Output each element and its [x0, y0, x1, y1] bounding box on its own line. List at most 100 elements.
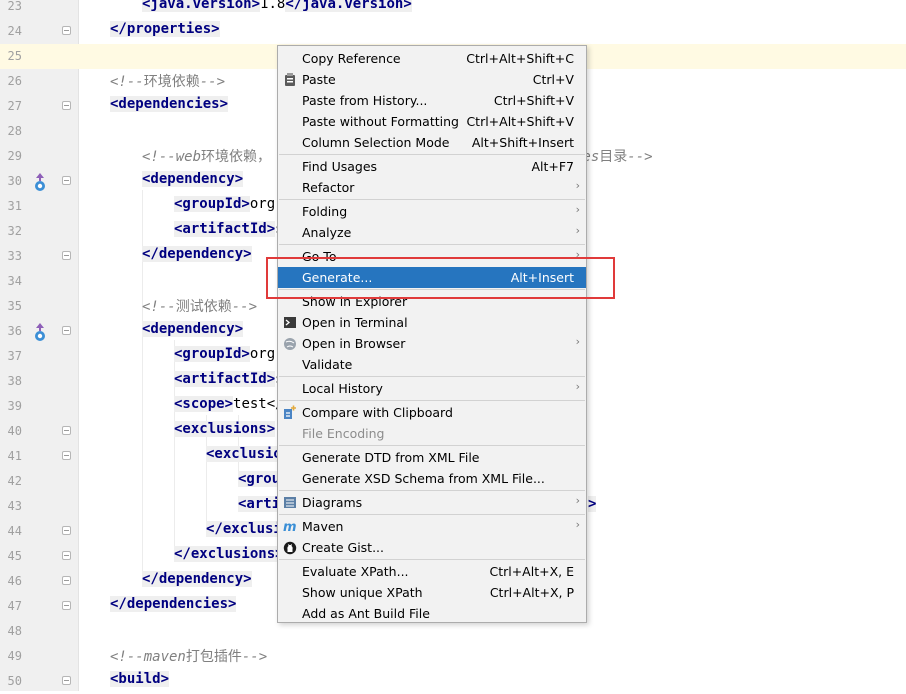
menu-item-open-in-terminal[interactable]: Open in Terminal — [278, 312, 586, 333]
fold-toggle-icon[interactable] — [62, 576, 71, 585]
menu-item-paste[interactable]: Paste Ctrl+V — [278, 69, 586, 90]
fold-toggle-icon[interactable] — [62, 426, 71, 435]
xml-comment: <!-- — [142, 299, 176, 315]
menu-item-label: Validate — [302, 357, 353, 372]
menu-item-open-in-browser[interactable]: Open in Browser › — [278, 333, 586, 354]
line-number: 39 — [7, 399, 22, 413]
line-number: 45 — [7, 549, 22, 563]
line-number: 47 — [7, 599, 22, 613]
menu-item-label: File Encoding — [302, 426, 385, 441]
code-text: <!--web环境依赖， — [142, 146, 271, 166]
menu-item-show-unique-xpath[interactable]: Show unique XPath Ctrl+Alt+X, P — [278, 582, 586, 603]
xml-tag: <build> — [110, 671, 170, 687]
menu-item-evaluate-xpath[interactable]: Evaluate XPath... Ctrl+Alt+X, E — [278, 561, 586, 582]
code-text: <dependency> — [142, 321, 244, 337]
menu-item-maven[interactable]: m Maven › — [278, 516, 586, 537]
xml-tag: <dependency> — [142, 321, 244, 337]
fold-toggle-icon[interactable] — [62, 551, 71, 560]
xml-tag: <groupId> — [174, 346, 250, 362]
context-menu: Copy Reference Ctrl+Alt+Shift+C Paste Ctrl+… — [277, 45, 587, 623]
code-text: <java.version>1.8</java.version> — [142, 0, 412, 12]
menu-separator — [279, 514, 585, 515]
terminal-icon — [284, 317, 296, 328]
fold-toggle-icon[interactable] — [62, 526, 71, 535]
line-number: 25 — [7, 49, 22, 63]
menu-item-label: Local History — [302, 381, 383, 396]
menu-separator — [279, 400, 585, 401]
menu-item-shortcut: Ctrl+Alt+Shift+C — [466, 51, 574, 66]
menu-item-column-selection-mode[interactable]: Column Selection Mode Alt+Shift+Insert — [278, 132, 586, 153]
line-number: 30 — [7, 174, 22, 188]
fold-toggle-icon[interactable] — [62, 601, 71, 610]
menu-item-paste-from-history[interactable]: Paste from History... Ctrl+Shift+V — [278, 90, 586, 111]
xml-tag: <exclusio — [206, 446, 282, 462]
line-number: 40 — [7, 424, 22, 438]
code-line[interactable]: 24 </properties> — [0, 19, 906, 44]
menu-item-generate-dtd-from-xml-file[interactable]: Generate DTD from XML File — [278, 447, 586, 468]
globe-icon — [284, 338, 296, 350]
xml-tag: </exclusions> — [174, 546, 284, 562]
fold-toggle-icon[interactable] — [62, 101, 71, 110]
menu-item-label: Open in Terminal — [302, 315, 408, 330]
xml-tag: </properties> — [110, 21, 220, 37]
submenu-arrow-icon: › — [575, 518, 580, 531]
code-line[interactable]: 49 <!--maven打包插件--> — [0, 644, 906, 669]
code-text: <dependency> — [142, 171, 244, 187]
menu-item-label: Find Usages — [302, 159, 378, 174]
maven-dependency-gutter-icon[interactable] — [31, 322, 49, 342]
menu-separator — [279, 154, 585, 155]
line-number: 48 — [7, 624, 22, 638]
menu-item-label: Column Selection Mode — [302, 135, 450, 150]
xml-comment: <!-- — [110, 74, 144, 90]
code-text: <artifactId>s — [174, 221, 284, 237]
xml-tag: > — [588, 496, 597, 512]
menu-item-paste-without-formatting[interactable]: Paste without Formatting Ctrl+Alt+Shift+V — [278, 111, 586, 132]
code-text: <grou — [238, 471, 281, 487]
xml-comment: --> — [241, 649, 268, 665]
maven-dependency-gutter-icon[interactable] — [31, 172, 49, 192]
fold-toggle-icon[interactable] — [62, 326, 71, 335]
fold-toggle-icon[interactable] — [62, 676, 71, 685]
line-number: 33 — [7, 249, 22, 263]
code-line[interactable]: 23 <java.version>1.8</java.version> — [0, 0, 906, 19]
menu-item-validate[interactable]: Validate — [278, 354, 586, 375]
fold-toggle-icon[interactable] — [62, 176, 71, 185]
menu-item-refactor[interactable]: Refactor › — [278, 177, 586, 198]
menu-item-diagrams[interactable]: Diagrams › — [278, 492, 586, 513]
menu-item-add-as-ant-build-file[interactable]: Add as Ant Build File — [278, 603, 586, 624]
code-text: <!--环境依赖--> — [110, 71, 225, 91]
line-number: 34 — [7, 274, 22, 288]
menu-item-create-gist[interactable]: Create Gist... — [278, 537, 586, 558]
code-text: <exclusio — [206, 446, 282, 462]
menu-item-label: Refactor — [302, 180, 355, 195]
code-text: <scope>test</ — [174, 396, 284, 412]
compare-clipboard-icon — [284, 405, 296, 419]
submenu-arrow-icon: › — [575, 335, 580, 348]
menu-item-shortcut: Ctrl+Alt+X, P — [489, 585, 574, 600]
menu-item-find-usages[interactable]: Find Usages Alt+F7 — [278, 156, 586, 177]
line-number: 36 — [7, 324, 22, 338]
menu-item-folding[interactable]: Folding › — [278, 201, 586, 222]
line-number: 42 — [7, 474, 22, 488]
maven-icon: m — [283, 520, 297, 534]
menu-item-compare-with-clipboard[interactable]: Compare with Clipboard — [278, 402, 586, 423]
submenu-arrow-icon: › — [575, 203, 580, 216]
fold-toggle-icon[interactable] — [62, 251, 71, 260]
menu-item-label: Diagrams — [302, 495, 363, 510]
xml-comment: 打包插件 — [185, 649, 242, 665]
code-text: <build> — [110, 671, 170, 687]
line-number: 44 — [7, 524, 22, 538]
xml-tag: <scope> — [174, 396, 234, 412]
menu-item-generate-xsd-schema-from-xml-file[interactable]: Generate XSD Schema from XML File... — [278, 468, 586, 489]
menu-item-analyze[interactable]: Analyze › — [278, 222, 586, 243]
github-icon — [283, 541, 297, 555]
fold-toggle-icon[interactable] — [62, 451, 71, 460]
menu-item-label: Analyze — [302, 225, 352, 240]
menu-item-local-history[interactable]: Local History › — [278, 378, 586, 399]
xml-comment: --> — [231, 299, 258, 315]
xml-tag: <arti — [238, 496, 281, 512]
menu-item-copy-reference[interactable]: Copy Reference Ctrl+Alt+Shift+C — [278, 48, 586, 69]
code-line[interactable]: 50 <build> — [0, 669, 906, 694]
menu-item-file-encoding: File Encoding — [278, 423, 586, 444]
fold-toggle-icon[interactable] — [62, 26, 71, 35]
